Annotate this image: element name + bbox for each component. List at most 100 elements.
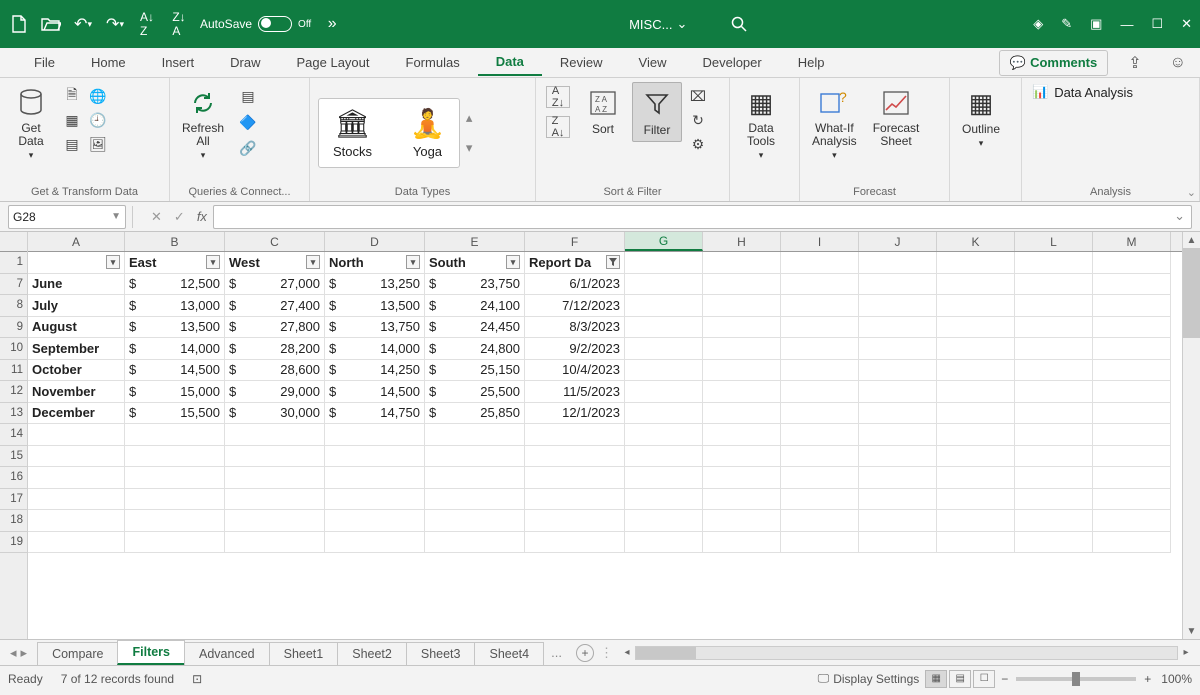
cell[interactable] [1015,403,1093,425]
cell[interactable] [425,467,525,489]
cell[interactable]: 9/2/2023 [525,338,625,360]
column-header[interactable]: A [28,232,125,251]
sort-za-icon[interactable]: ZA↓ [546,116,570,138]
toggle-switch-icon[interactable] [258,16,292,32]
cell[interactable] [625,532,703,554]
cell[interactable]: $15,000 [125,381,225,403]
cell[interactable] [125,532,225,554]
column-header[interactable]: M [1093,232,1171,251]
cell[interactable]: 7/12/2023 [525,295,625,317]
cell[interactable]: $15,500 [125,403,225,425]
cell[interactable]: December [28,403,125,425]
outline-button[interactable]: ▦ Outline ▾ [956,82,1006,153]
cell[interactable]: $28,200 [225,338,325,360]
row-header[interactable]: 15 [0,446,27,468]
name-box[interactable]: G28 ▼ [8,205,126,229]
row-header[interactable]: 17 [0,489,27,511]
cell[interactable] [28,446,125,468]
cell[interactable]: July [28,295,125,317]
column-header[interactable]: H [703,232,781,251]
cell[interactable]: $14,500 [325,381,425,403]
cell[interactable] [703,317,781,339]
cell[interactable] [325,489,425,511]
cell[interactable]: $27,800 [225,317,325,339]
cell[interactable]: ▾ [28,252,125,274]
scroll-down-icon[interactable]: ▾ [466,140,473,156]
cell[interactable] [1093,381,1171,403]
add-sheet-button[interactable]: + [576,644,594,662]
sheet-nav-next-icon[interactable]: ▸ [21,645,28,661]
row-header[interactable]: 13 [0,403,27,425]
cell[interactable]: $28,600 [225,360,325,382]
data-analysis-button[interactable]: 📊 Data Analysis [1032,84,1133,100]
cell[interactable] [1015,424,1093,446]
autosave-toggle[interactable]: AutoSave Off [200,16,311,32]
cell[interactable]: $13,500 [325,295,425,317]
sheet-tab[interactable]: Sheet1 [269,642,339,665]
scroll-left-icon[interactable]: ◂ [619,647,635,658]
cell[interactable]: $14,000 [325,338,425,360]
cell[interactable] [525,532,625,554]
cell[interactable] [625,360,703,382]
brush-icon[interactable]: ✎ [1061,16,1072,32]
row-header[interactable]: 18 [0,510,27,532]
scroll-up-icon[interactable]: ▲ [1183,232,1200,248]
cell[interactable] [425,424,525,446]
cell[interactable] [325,532,425,554]
cell[interactable] [325,510,425,532]
cell[interactable] [28,532,125,554]
cell[interactable] [1015,446,1093,468]
tab-file[interactable]: File [16,50,73,75]
cell[interactable] [225,424,325,446]
cell[interactable] [781,252,859,274]
tab-view[interactable]: View [621,50,685,75]
window-restore-icon[interactable]: ▣ [1090,16,1102,32]
cell[interactable]: $27,000 [225,274,325,296]
new-file-icon[interactable] [8,13,30,35]
tab-formulas[interactable]: Formulas [388,50,478,75]
cell[interactable] [781,403,859,425]
column-header[interactable]: D [325,232,425,251]
cell[interactable] [859,424,937,446]
cell[interactable] [781,274,859,296]
scrollbar-thumb[interactable] [1183,248,1200,338]
sort-button[interactable]: Z AA Z Sort [578,82,628,140]
sheet-more[interactable]: ... [543,645,570,660]
cell[interactable] [937,532,1015,554]
cell[interactable] [1093,467,1171,489]
forecast-sheet-button[interactable]: Forecast Sheet [867,82,926,152]
cell[interactable] [781,424,859,446]
cell[interactable]: $24,100 [425,295,525,317]
cell[interactable]: 12/1/2023 [525,403,625,425]
macro-record-icon[interactable]: ⊡ [192,672,202,686]
cell[interactable] [1015,274,1093,296]
cell[interactable] [703,424,781,446]
cell[interactable]: $27,400 [225,295,325,317]
horizontal-scrollbar[interactable]: ⋮ ◂ ▸ [594,645,1200,661]
cell[interactable]: June [28,274,125,296]
cell[interactable] [781,295,859,317]
cell[interactable] [625,446,703,468]
collapse-ribbon-icon[interactable]: ⌄ [1187,186,1196,199]
sort-az-icon[interactable]: AZ↓ [546,86,570,108]
cell[interactable] [425,489,525,511]
column-header[interactable]: K [937,232,1015,251]
cell[interactable] [225,532,325,554]
cell[interactable] [859,252,937,274]
cell[interactable] [859,403,937,425]
get-data-button[interactable]: Get Data ▾ [6,82,56,165]
cell[interactable] [937,295,1015,317]
cell[interactable] [225,489,325,511]
row-header[interactable]: 1 [0,252,27,274]
cell[interactable]: $24,800 [425,338,525,360]
sort-asc-icon[interactable]: A↓Z [136,13,158,35]
page-layout-view-icon[interactable]: ▤ [949,670,971,688]
cell[interactable] [937,360,1015,382]
filter-dropdown-icon[interactable]: ▾ [506,255,520,269]
tab-draw[interactable]: Draw [212,50,278,75]
cell[interactable] [781,467,859,489]
cell[interactable] [703,295,781,317]
cell[interactable] [1093,403,1171,425]
properties-icon[interactable]: 🔷 [238,112,258,132]
vertical-scrollbar[interactable]: ▲ ▼ [1182,232,1200,639]
